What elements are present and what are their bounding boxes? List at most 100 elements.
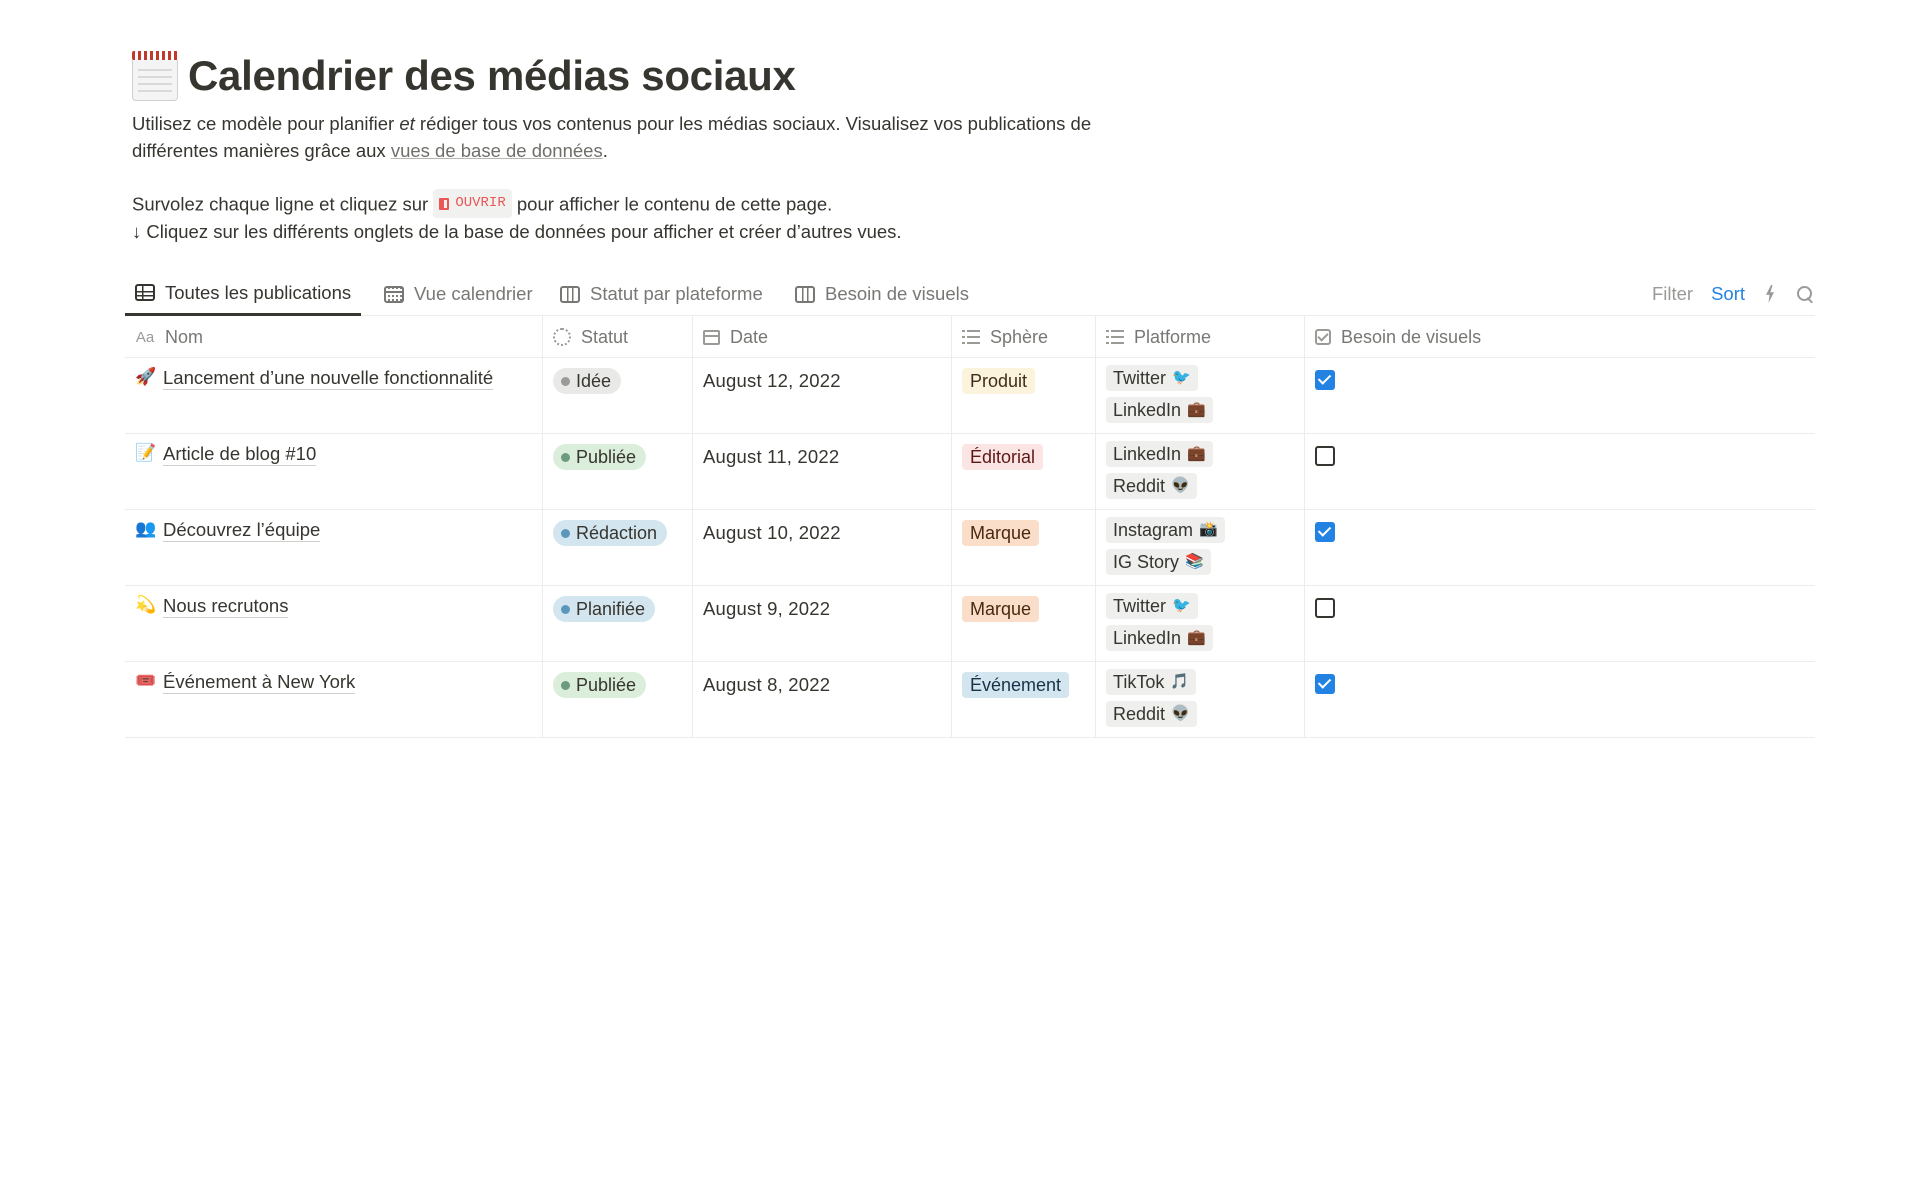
needs-visuals-checkbox[interactable] bbox=[1315, 598, 1335, 618]
table-header: Aa Nom Statut Date Sphère Platforme Beso… bbox=[125, 316, 1815, 358]
date-cell[interactable]: August 8, 2022 bbox=[693, 662, 952, 737]
besoin-cell bbox=[1305, 586, 1815, 661]
column-header-platforme[interactable]: Platforme bbox=[1096, 316, 1305, 358]
board-icon bbox=[560, 285, 580, 303]
hint-text-2: pour afficher le contenu de cette page. bbox=[511, 193, 833, 215]
besoin-cell bbox=[1305, 662, 1815, 737]
table-row[interactable]: 👥 Découvrez l’équipe Rédaction August 10, 2… bbox=[125, 510, 1815, 586]
column-header-nom[interactable]: Aa Nom bbox=[125, 316, 543, 358]
date-cell[interactable]: August 9, 2022 bbox=[693, 586, 952, 661]
status-label: Planifiée bbox=[576, 598, 646, 619]
date-cell[interactable]: August 11, 2022 bbox=[693, 434, 952, 509]
platform-tag: IG Story 📚 bbox=[1106, 549, 1211, 575]
filter-button[interactable]: Filter bbox=[1652, 283, 1693, 305]
needs-visuals-checkbox[interactable] bbox=[1315, 674, 1335, 694]
text-property-icon: Aa bbox=[135, 328, 155, 346]
name-cell[interactable]: 🚀 Lancement d’une nouvelle fonctionnalité bbox=[125, 358, 543, 433]
page-emoji-icon: 🚀 bbox=[135, 367, 157, 386]
open-chip: OUVRIR bbox=[433, 189, 512, 218]
tab-besoin-de-visuels[interactable]: Besoin de visuels bbox=[785, 272, 979, 316]
column-header-date[interactable]: Date bbox=[693, 316, 952, 358]
platform-cell[interactable]: Twitter 🐦 LinkedIn 💼 bbox=[1096, 586, 1305, 661]
name-cell[interactable]: 👥 Découvrez l’équipe bbox=[125, 510, 543, 585]
sphere-cell[interactable]: Événement bbox=[952, 662, 1096, 737]
platform-emoji: 💼 bbox=[1187, 445, 1206, 462]
platform-name: TikTok bbox=[1113, 672, 1165, 692]
platform-name: Reddit bbox=[1113, 476, 1166, 496]
sphere-cell[interactable]: Produit bbox=[952, 358, 1096, 433]
status-cell[interactable]: Publiée bbox=[543, 434, 693, 509]
tab-statut-par-plateforme[interactable]: Statut par plateforme bbox=[550, 272, 773, 316]
column-header-statut[interactable]: Statut bbox=[543, 316, 693, 358]
status-cell[interactable]: Rédaction bbox=[543, 510, 693, 585]
table-row[interactable]: 📝 Article de blog #10 Publiée August 11, 20… bbox=[125, 434, 1815, 510]
needs-visuals-checkbox[interactable] bbox=[1315, 370, 1335, 390]
status-badge: Planifiée bbox=[553, 596, 656, 622]
table-row[interactable]: 💫 Nous recrutons Planifiée August 9, 2022 Ma… bbox=[125, 586, 1815, 662]
platform-name: Twitter bbox=[1113, 596, 1167, 616]
intro-emphasis: et bbox=[399, 113, 415, 134]
tab-label: Statut par plateforme bbox=[590, 283, 763, 304]
date-cell[interactable]: August 10, 2022 bbox=[693, 510, 952, 585]
search-icon[interactable] bbox=[1795, 284, 1815, 304]
page-title[interactable]: Calendrier des médias sociaux bbox=[188, 52, 796, 100]
status-cell[interactable]: Planifiée bbox=[543, 586, 693, 661]
status-cell[interactable]: Publiée bbox=[543, 662, 693, 737]
database-views-link[interactable]: vues de base de données bbox=[391, 140, 603, 161]
platform-emoji: 🎵 bbox=[1170, 673, 1190, 690]
table-row[interactable]: 🎟️ Événement à New York Publiée August 8, 2… bbox=[125, 662, 1815, 738]
hint-paragraph: Survolez chaque ligne et cliquez sur OUV… bbox=[132, 189, 1132, 245]
sphere-cell[interactable]: Marque bbox=[952, 510, 1096, 585]
view-tools: Filter Sort bbox=[1652, 272, 1815, 316]
needs-visuals-checkbox[interactable] bbox=[1315, 446, 1335, 466]
platform-name: LinkedIn bbox=[1113, 400, 1182, 420]
column-label: Nom bbox=[165, 326, 204, 347]
status-dot-icon bbox=[561, 528, 570, 538]
automation-bolt-icon[interactable] bbox=[1763, 284, 1777, 304]
platform-cell[interactable]: TikTok 🎵 Reddit 👽 bbox=[1096, 662, 1305, 737]
row-title[interactable]: Événement à New York bbox=[163, 671, 356, 694]
intro-paragraph: Utilisez ce modèle pour planifier et réd… bbox=[132, 110, 1132, 164]
date-cell[interactable]: August 12, 2022 bbox=[693, 358, 952, 433]
platform-tag: LinkedIn 💼 bbox=[1106, 441, 1213, 467]
column-header-sphere[interactable]: Sphère bbox=[952, 316, 1096, 358]
besoin-cell bbox=[1305, 358, 1815, 433]
platform-tag: TikTok 🎵 bbox=[1106, 669, 1197, 695]
status-badge: Idée bbox=[553, 368, 622, 394]
open-page-icon bbox=[439, 197, 450, 210]
sort-button[interactable]: Sort bbox=[1711, 283, 1745, 305]
row-title[interactable]: Article de blog #10 bbox=[163, 443, 317, 466]
table-row[interactable]: 🚀 Lancement d’une nouvelle fonctionnalité… bbox=[125, 358, 1815, 434]
status-cell[interactable]: Idée bbox=[543, 358, 693, 433]
status-label: Publiée bbox=[576, 674, 637, 695]
row-title[interactable]: Lancement d’une nouvelle fonctionnalité bbox=[163, 367, 494, 390]
platform-cell[interactable]: Instagram 📸 IG Story 📚 bbox=[1096, 510, 1305, 585]
tab-label: Besoin de visuels bbox=[825, 283, 969, 304]
list-icon bbox=[1106, 330, 1124, 344]
tab-toutes-les-publications[interactable]: Toutes les publications bbox=[125, 272, 362, 316]
page-emoji-icon: 📝 bbox=[135, 443, 157, 462]
intro-text-3: . bbox=[602, 140, 608, 161]
platform-emoji: 🐦 bbox=[1172, 597, 1191, 614]
platform-emoji: 🐦 bbox=[1172, 369, 1191, 386]
board-icon bbox=[795, 285, 815, 303]
row-title[interactable]: Découvrez l’équipe bbox=[163, 519, 321, 542]
platform-name: Twitter bbox=[1113, 368, 1167, 388]
needs-visuals-checkbox[interactable] bbox=[1315, 522, 1335, 542]
page-emoji-icon: 🎟️ bbox=[135, 671, 157, 690]
row-title[interactable]: Nous recrutons bbox=[163, 595, 289, 618]
sphere-cell[interactable]: Éditorial bbox=[952, 434, 1096, 509]
table-icon bbox=[135, 284, 155, 301]
platform-name: LinkedIn bbox=[1113, 628, 1182, 648]
platform-name: LinkedIn bbox=[1113, 444, 1182, 464]
name-cell[interactable]: 🎟️ Événement à New York bbox=[125, 662, 543, 737]
tab-vue-calendrier[interactable]: Vue calendrier bbox=[374, 272, 543, 316]
sphere-cell[interactable]: Marque bbox=[952, 586, 1096, 661]
name-cell[interactable]: 📝 Article de blog #10 bbox=[125, 434, 543, 509]
platform-cell[interactable]: LinkedIn 💼 Reddit 👽 bbox=[1096, 434, 1305, 509]
column-header-besoin-de-visuels[interactable]: Besoin de visuels bbox=[1305, 316, 1815, 358]
spiral-calendar-icon[interactable] bbox=[130, 49, 180, 103]
name-cell[interactable]: 💫 Nous recrutons bbox=[125, 586, 543, 661]
platform-cell[interactable]: Twitter 🐦 LinkedIn 💼 bbox=[1096, 358, 1305, 433]
page-emoji-icon: 💫 bbox=[135, 595, 157, 614]
